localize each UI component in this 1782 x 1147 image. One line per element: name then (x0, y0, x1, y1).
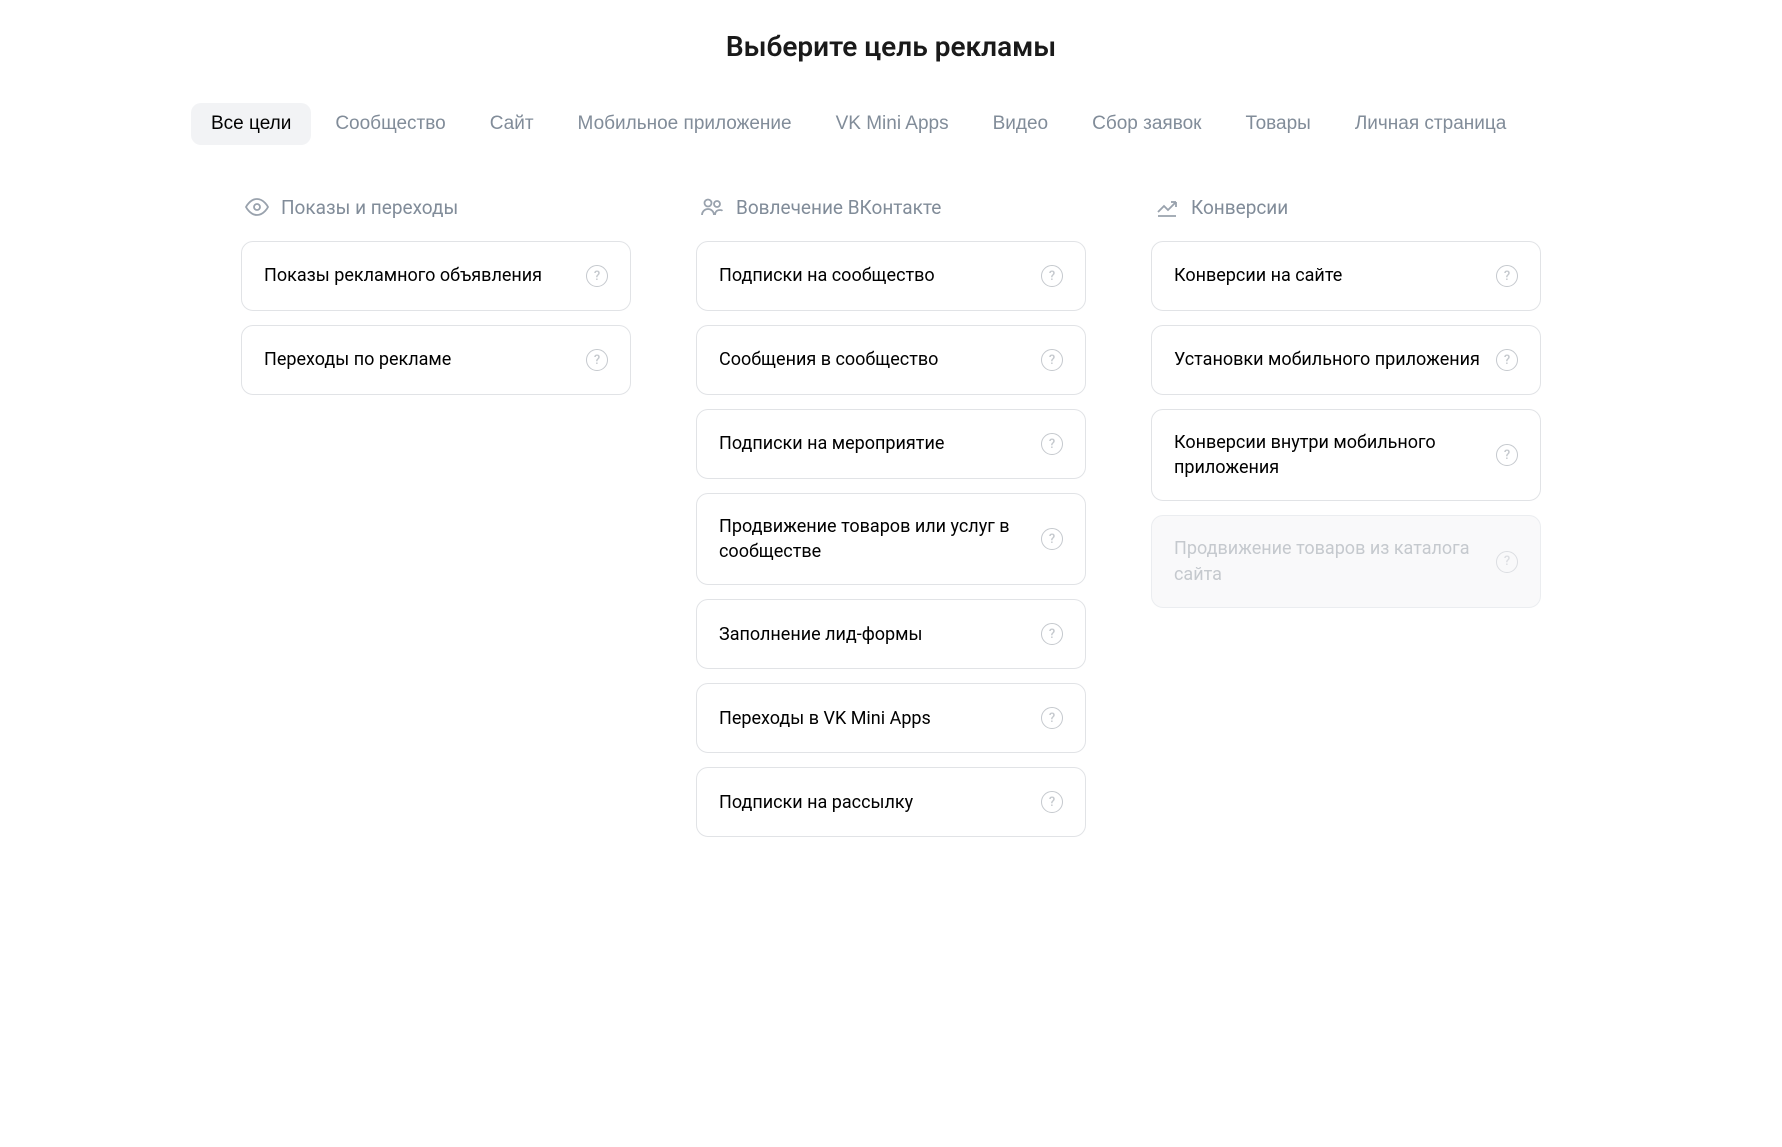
tab-products[interactable]: Товары (1225, 103, 1330, 145)
help-icon[interactable]: ? (586, 265, 608, 287)
card-label: Установки мобильного приложения (1174, 347, 1492, 372)
card-label: Показы рекламного объявления (264, 263, 554, 288)
column-impressions: Показы и переходы Показы рекламного объя… (241, 195, 631, 851)
main-container: Выберите цель рекламы Все цели Сообществ… (191, 30, 1591, 851)
card-mobile-app-installs[interactable]: Установки мобильного приложения ? (1151, 325, 1541, 395)
tab-lead-collection[interactable]: Сбор заявок (1072, 103, 1221, 145)
help-icon: ? (1496, 551, 1518, 573)
trend-icon (1155, 195, 1179, 219)
card-ad-impressions[interactable]: Показы рекламного объявления ? (241, 241, 631, 311)
column-title-impressions: Показы и переходы (281, 196, 458, 219)
column-header-conversions: Конверсии (1151, 195, 1541, 219)
help-icon[interactable]: ? (1041, 623, 1063, 645)
column-header-engagement: Вовлечение ВКонтакте (696, 195, 1086, 219)
card-community-subscriptions[interactable]: Подписки на сообщество ? (696, 241, 1086, 311)
tab-mobile-app[interactable]: Мобильное приложение (558, 103, 812, 145)
card-label: Продвижение товаров или услуг в сообщест… (719, 514, 1041, 564)
help-icon[interactable]: ? (1041, 791, 1063, 813)
card-ad-clicks[interactable]: Переходы по рекламе ? (241, 325, 631, 395)
card-newsletter-subscriptions[interactable]: Подписки на рассылку ? (696, 767, 1086, 837)
users-icon (700, 195, 724, 219)
help-icon[interactable]: ? (1041, 707, 1063, 729)
help-icon[interactable]: ? (1041, 528, 1063, 550)
card-label: Сообщения в сообщество (719, 347, 950, 372)
card-label: Подписки на мероприятие (719, 431, 956, 456)
help-icon[interactable]: ? (1041, 265, 1063, 287)
help-icon[interactable]: ? (1496, 444, 1518, 466)
tab-site[interactable]: Сайт (470, 103, 554, 145)
columns-container: Показы и переходы Показы рекламного объя… (191, 195, 1591, 851)
tab-personal-page[interactable]: Личная страница (1335, 103, 1527, 145)
help-icon[interactable]: ? (1041, 433, 1063, 455)
card-label: Подписки на сообщество (719, 263, 947, 288)
tabs-container: Все цели Сообщество Сайт Мобильное прило… (191, 103, 1591, 145)
card-catalog-products-promotion: Продвижение товаров из каталога сайта ? (1151, 515, 1541, 607)
card-label: Заполнение лид-формы (719, 622, 935, 647)
card-label: Подписки на рассылку (719, 790, 925, 815)
tab-community[interactable]: Сообщество (315, 103, 465, 145)
help-icon[interactable]: ? (1496, 265, 1518, 287)
card-label: Конверсии на сайте (1174, 263, 1354, 288)
card-products-promotion[interactable]: Продвижение товаров или услуг в сообщест… (696, 493, 1086, 585)
column-conversions: Конверсии Конверсии на сайте ? Установки… (1151, 195, 1541, 851)
eye-icon (245, 195, 269, 219)
column-title-conversions: Конверсии (1191, 196, 1288, 219)
card-label: Конверсии внутри мобильного приложения (1174, 430, 1496, 480)
help-icon[interactable]: ? (1041, 349, 1063, 371)
page-title: Выберите цель рекламы (191, 30, 1591, 63)
column-header-impressions: Показы и переходы (241, 195, 631, 219)
column-title-engagement: Вовлечение ВКонтакте (736, 196, 941, 219)
tab-all-goals[interactable]: Все цели (191, 103, 311, 145)
card-site-conversions[interactable]: Конверсии на сайте ? (1151, 241, 1541, 311)
card-in-app-conversions[interactable]: Конверсии внутри мобильного приложения ? (1151, 409, 1541, 501)
tab-vk-mini-apps[interactable]: VK Mini Apps (816, 103, 969, 145)
help-icon[interactable]: ? (586, 349, 608, 371)
card-community-messages[interactable]: Сообщения в сообщество ? (696, 325, 1086, 395)
column-engagement: Вовлечение ВКонтакте Подписки на сообщес… (696, 195, 1086, 851)
card-label: Продвижение товаров из каталога сайта (1174, 536, 1496, 586)
help-icon[interactable]: ? (1496, 349, 1518, 371)
card-lead-form[interactable]: Заполнение лид-формы ? (696, 599, 1086, 669)
card-label: Переходы в VK Mini Apps (719, 706, 943, 731)
card-vk-mini-apps-clicks[interactable]: Переходы в VK Mini Apps ? (696, 683, 1086, 753)
card-event-subscriptions[interactable]: Подписки на мероприятие ? (696, 409, 1086, 479)
card-label: Переходы по рекламе (264, 347, 463, 372)
tab-video[interactable]: Видео (973, 103, 1069, 145)
